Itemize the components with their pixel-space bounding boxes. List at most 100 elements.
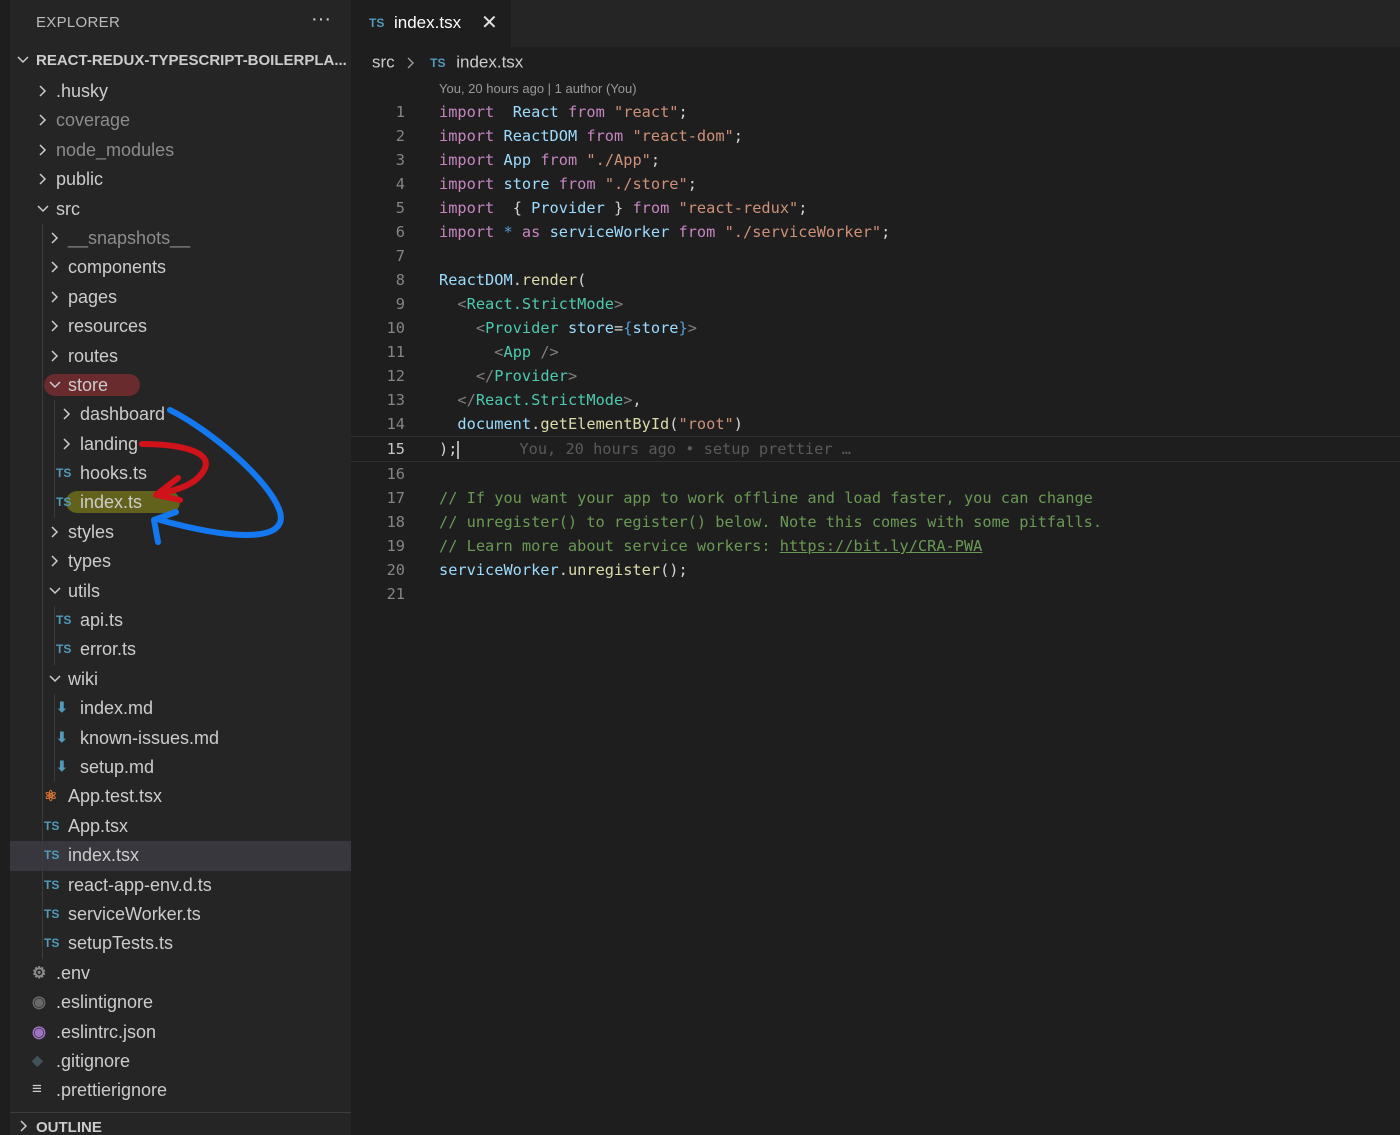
tree-item[interactable]: ⬇ setup.md (10, 752, 351, 783)
tree-item[interactable]: TS react-app-env.d.ts (10, 870, 351, 900)
outline-section[interactable]: OUTLINE (10, 1112, 351, 1135)
code-line[interactable]: 21 (351, 582, 1400, 606)
code-line[interactable]: 6 import * as serviceWorker from "./servi… (351, 220, 1400, 244)
tree-item[interactable]: TS api.ts (10, 606, 351, 636)
code-line[interactable]: 19 // Learn more about service workers: h… (351, 534, 1400, 558)
tree-item[interactable]: ◉ .eslintignore (10, 988, 351, 1017)
code-line[interactable]: 1 import React from "react"; (351, 100, 1400, 124)
chevron-down-icon[interactable] (48, 377, 62, 393)
tree-item[interactable]: TS App.tsx (10, 811, 351, 842)
code-line[interactable]: 8 ReactDOM.render( (351, 268, 1400, 292)
tree-item[interactable]: TS index.ts (10, 488, 351, 518)
code-line[interactable]: 17 // If you want your app to work offlin… (351, 486, 1400, 510)
tree-item[interactable]: components (10, 253, 351, 283)
tree-item[interactable]: store (10, 370, 351, 401)
tree-item[interactable]: TS setupTests.ts (10, 929, 351, 959)
breadcrumb-folder[interactable]: src (372, 53, 395, 72)
chevron-down-icon[interactable] (48, 583, 62, 599)
tree-item-label: landing (80, 433, 139, 454)
tab-index-tsx[interactable]: TS index.tsx ✕ (351, 0, 511, 47)
tree-item[interactable]: ≡ .prettierignore (10, 1076, 351, 1105)
code-line[interactable]: 18 // unregister() to register() below. N… (351, 510, 1400, 534)
project-folder-header[interactable]: REACT-REDUX-TYPESCRIPT-BOILERPLA... (10, 50, 351, 74)
tree-item[interactable]: src (10, 195, 351, 224)
chevron-right-icon[interactable] (36, 142, 50, 158)
code-token: // unregister() to register() below. Not… (439, 513, 1103, 531)
chevron-right-icon[interactable] (60, 436, 74, 452)
tree-item[interactable]: ⚙ .env (10, 959, 351, 988)
tree-item[interactable]: TS error.ts (10, 635, 351, 665)
chevron-right-icon[interactable] (36, 171, 50, 187)
code-token: document (457, 415, 532, 433)
chevron-right-icon[interactable] (48, 553, 62, 569)
code-line[interactable]: 14 document.getElementById("root") (351, 412, 1400, 436)
chevron-right-icon[interactable] (36, 83, 50, 99)
code-line[interactable]: 10 <Provider store={store}> (351, 316, 1400, 340)
tree-item[interactable]: TS serviceWorker.ts (10, 899, 351, 930)
chevron-right-icon[interactable] (48, 318, 62, 334)
tree-item[interactable]: coverage (10, 106, 351, 135)
code-line[interactable]: 11 <App /> (351, 340, 1400, 364)
tree-item[interactable]: public (10, 165, 351, 194)
tree-item[interactable]: styles (10, 517, 351, 548)
tree-item[interactable]: wiki (10, 664, 351, 695)
codelens-authors[interactable]: You, 20 hours ago | 1 author (You) (439, 81, 637, 96)
tree-item[interactable]: resources (10, 312, 351, 342)
code-token: { (503, 199, 532, 217)
code-line[interactable]: 16 (351, 462, 1400, 486)
chevron-right-icon[interactable] (48, 524, 62, 540)
tree-item[interactable]: pages (10, 282, 351, 313)
chevron-down-icon[interactable] (36, 201, 50, 217)
chevron-right-icon[interactable] (48, 289, 62, 305)
indent-guide (42, 899, 43, 930)
tree-item[interactable]: node_modules (10, 136, 351, 165)
code-token: ; (881, 223, 891, 241)
chevron-right-icon[interactable] (48, 259, 62, 275)
code-line[interactable]: 5 import { Provider } from "react-redux"; (351, 196, 1400, 220)
tree-item-label: .eslintignore (56, 992, 154, 1013)
chevron-right-icon[interactable] (60, 406, 74, 422)
tree-item[interactable]: ⬇ index.md (10, 694, 351, 724)
tree-item[interactable]: ◆ .gitignore (10, 1047, 351, 1076)
tree-item[interactable]: types (10, 547, 351, 577)
code-line[interactable]: 3 import App from "./App"; (351, 148, 1400, 172)
breadcrumb-file[interactable]: index.tsx (456, 53, 523, 72)
code-line[interactable]: 7 (351, 244, 1400, 268)
tree-item[interactable]: ⬇ known-issues.md (10, 723, 351, 753)
code-line[interactable]: 9 <React.StrictMode> (351, 292, 1400, 316)
tree-item[interactable]: dashboard (10, 400, 351, 430)
code-line[interactable]: 4 import store from "./store"; (351, 172, 1400, 196)
tree-item[interactable]: ⚛ App.test.tsx (10, 782, 351, 812)
code-token: from (586, 127, 624, 145)
chevron-right-icon[interactable] (36, 112, 50, 128)
tree-item-label: react-app-env.d.ts (68, 874, 212, 895)
tree-item[interactable]: __snapshots__ (10, 223, 351, 254)
project-name: REACT-REDUX-TYPESCRIPT-BOILERPLA... (36, 52, 347, 69)
tree-item[interactable]: TS hooks.ts (10, 459, 351, 489)
code-line[interactable]: 20 serviceWorker.unregister(); (351, 558, 1400, 582)
tree-item[interactable]: utils (10, 576, 351, 607)
code-editor[interactable]: 1 import React from "react"; 2 import React… (351, 100, 1400, 606)
chevron-right-icon[interactable] (48, 230, 62, 246)
tree-item[interactable]: landing (10, 429, 351, 460)
more-actions-icon[interactable]: ··· (311, 8, 331, 31)
chevron-right-icon[interactable] (48, 348, 62, 364)
tree-item[interactable]: .husky (10, 77, 351, 106)
tree-item[interactable]: routes (10, 341, 351, 371)
code-line[interactable]: 15); You, 20 hours ago • setup prettier … (351, 436, 1400, 462)
code-token: Provider (494, 367, 568, 385)
code-token: "./App" (586, 151, 651, 169)
code-token: ; (678, 103, 688, 121)
code-line[interactable]: 12 </Provider> (351, 364, 1400, 388)
code-line[interactable]: 2 import ReactDOM from "react-dom"; (351, 124, 1400, 148)
tree-item[interactable]: ◉ .eslintrc.json (10, 1018, 351, 1047)
code-line[interactable]: 13 </React.StrictMode>, (351, 388, 1400, 412)
tree-item[interactable]: TS index.tsx (10, 841, 351, 871)
close-icon[interactable]: ✕ (481, 10, 498, 35)
chevron-down-icon[interactable] (48, 671, 62, 687)
